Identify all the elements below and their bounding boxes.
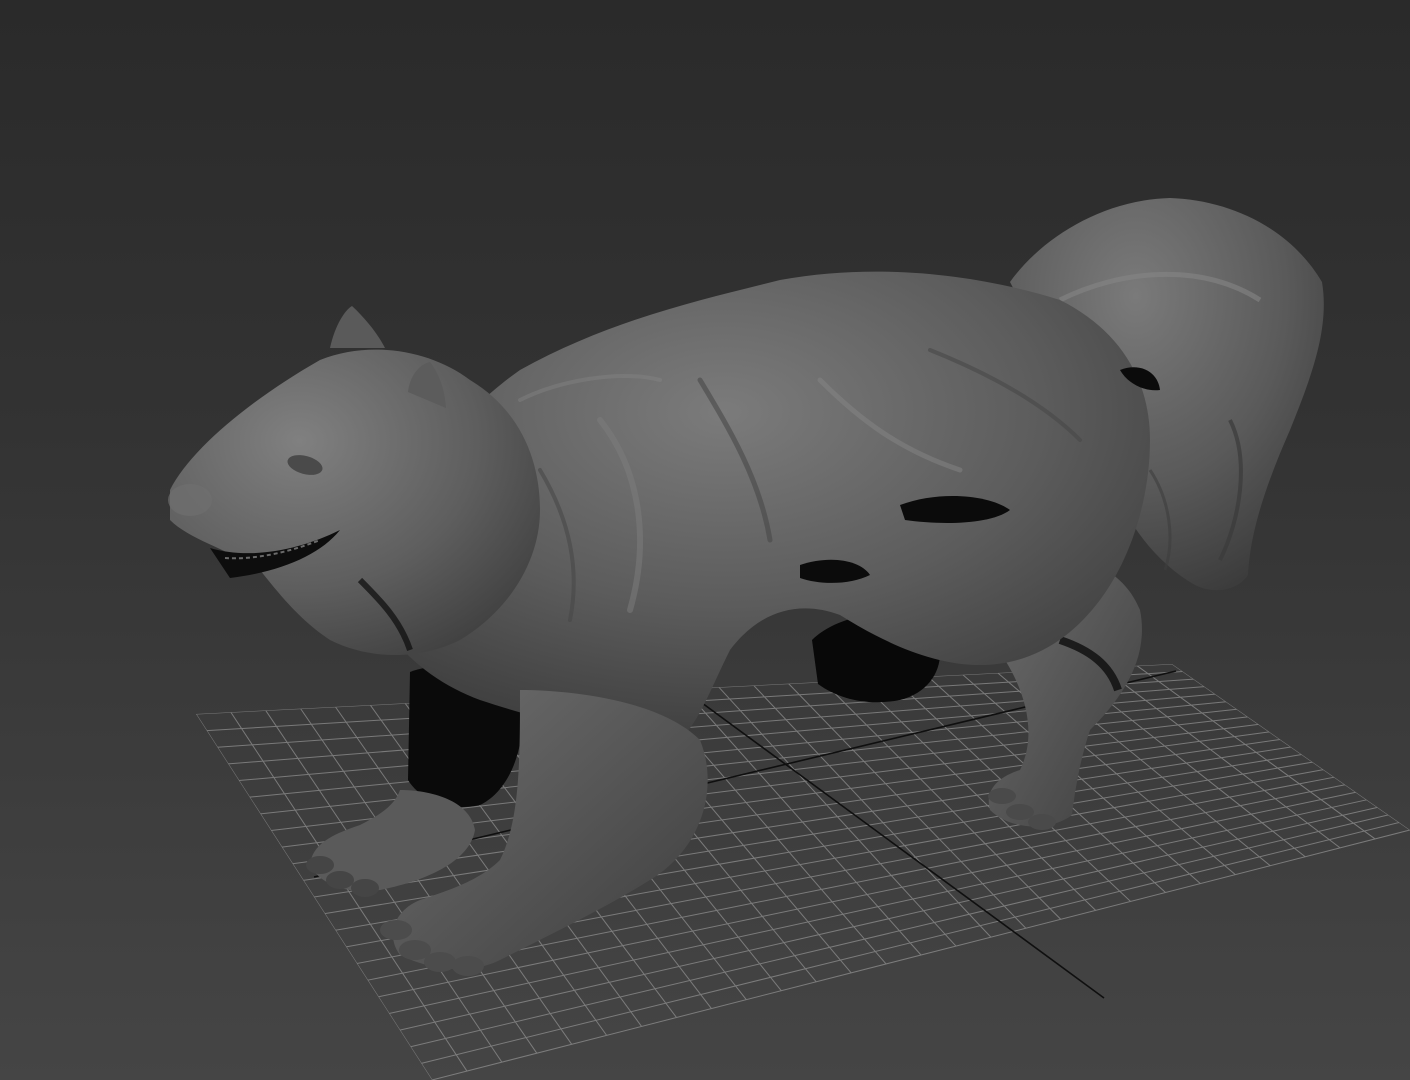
viewport-canvas[interactable] [0, 0, 1410, 1080]
left-ear [330, 306, 385, 348]
model-head [168, 306, 540, 655]
3d-viewport[interactable] [0, 0, 1410, 1080]
